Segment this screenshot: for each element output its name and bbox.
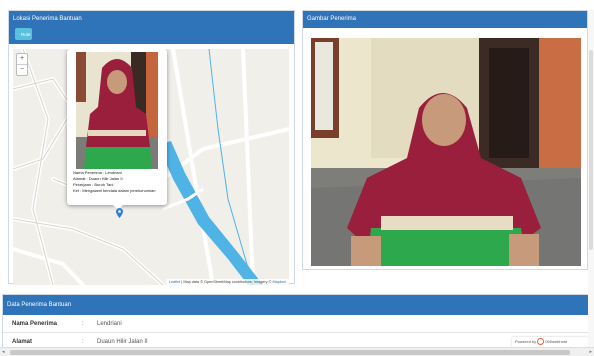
- map-panel: Lokasi Penerima Bantuan Rute + − Nama Pe…: [8, 10, 295, 285]
- map-attribution: Leaflet | Map data © OpenStreetMap contr…: [165, 279, 289, 285]
- recipient-photo: [311, 38, 581, 266]
- photo-panel-header: Gambar Penerima: [303, 11, 587, 28]
- photo-panel: Gambar Penerima: [302, 10, 588, 270]
- hosting-badge[interactable]: Powered by 000webhost: [512, 337, 588, 347]
- zoom-in-button[interactable]: +: [17, 54, 27, 64]
- recipient-data-table: Nama Penerima : Lendriani Alamat : Duaun…: [3, 315, 592, 351]
- row-separator: :: [82, 315, 97, 333]
- popup-recipient-photo: [76, 52, 158, 169]
- data-panel-title: Data Penerima Bantuan: [7, 302, 72, 308]
- route-button[interactable]: Rute: [15, 28, 32, 40]
- row-label: Nama Penerima: [3, 315, 82, 333]
- leaflet-link[interactable]: Leaflet: [169, 280, 180, 284]
- popup-info: Nama Penerima : Lendriani Alamat : Duaun…: [73, 170, 165, 194]
- map-popup: Nama Penerima : Lendriani Alamat : Duaun…: [67, 49, 167, 210]
- vertical-scrollbar[interactable]: [588, 10, 594, 347]
- vertical-scroll-thumb[interactable]: [589, 50, 593, 250]
- data-panel-header: Data Penerima Bantuan: [3, 295, 590, 315]
- row-value: Lendriani: [97, 315, 592, 333]
- popup-note: Ket : Mengalami kendala dalam perekonomi…: [73, 188, 156, 193]
- webhost-logo-icon: [537, 338, 545, 346]
- badge-brand: 000webhost: [545, 339, 567, 344]
- scroll-right-icon[interactable]: ▸: [589, 350, 592, 355]
- map-panel-header: Lokasi Penerima Bantuan Rute: [9, 11, 294, 44]
- scroll-left-icon[interactable]: ◂: [2, 350, 5, 355]
- photo-panel-title: Gambar Penerima: [307, 16, 357, 22]
- attribution-text: | Map data © OpenStreetMap contributors,…: [180, 280, 273, 284]
- table-row: Nama Penerima : Lendriani: [3, 315, 592, 333]
- horizontal-scrollbar[interactable]: ◂ ▸: [0, 347, 594, 356]
- horizontal-scroll-thumb[interactable]: [10, 350, 570, 355]
- zoom-out-button[interactable]: −: [17, 64, 27, 75]
- mapbox-link[interactable]: Mapbox: [272, 280, 286, 284]
- zoom-control: + −: [16, 53, 28, 76]
- map-canvas[interactable]: + − Nama Penerima : Lendriani Alamat: D…: [13, 49, 289, 285]
- map-panel-title: Lokasi Penerima Bantuan: [13, 16, 82, 22]
- location-marker-icon[interactable]: [116, 208, 123, 218]
- badge-prefix: Powered by: [515, 339, 537, 344]
